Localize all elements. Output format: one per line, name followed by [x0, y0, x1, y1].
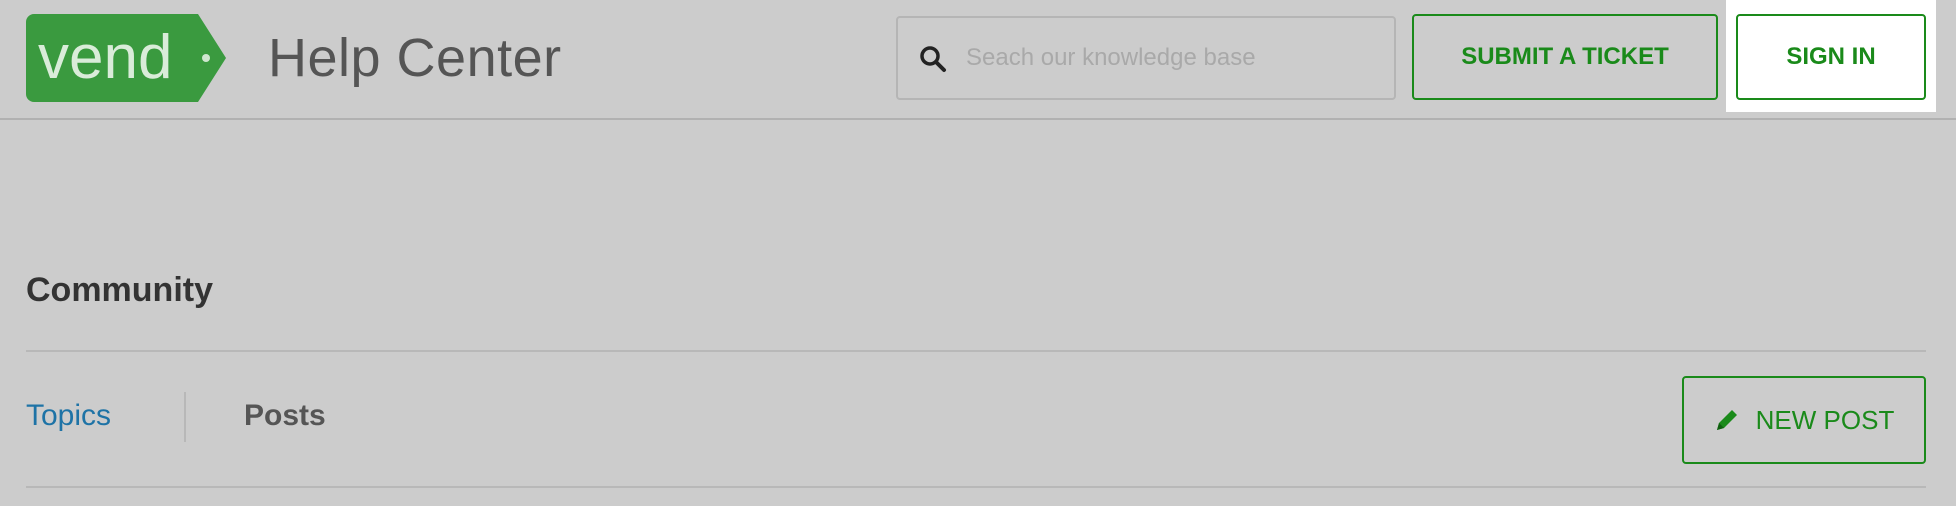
submit-ticket-button[interactable]: SUBMIT A TICKET — [1412, 14, 1718, 100]
divider — [26, 350, 1926, 352]
new-post-label: NEW POST — [1755, 404, 1895, 435]
pencil-icon — [1714, 407, 1740, 433]
sign-in-highlight: SIGN IN — [1726, 0, 1936, 112]
search-box[interactable] — [896, 16, 1396, 100]
tab-posts[interactable]: Posts — [244, 394, 326, 438]
search-icon — [918, 44, 950, 76]
tab-divider — [184, 392, 186, 442]
new-post-button[interactable]: NEW POST — [1682, 376, 1926, 464]
sign-in-button[interactable]: SIGN IN — [1736, 14, 1926, 100]
page-title: Community — [26, 271, 213, 309]
tab-topics[interactable]: Topics — [26, 394, 111, 438]
site-title: Help Center — [268, 28, 562, 88]
logo-wordmark: vend — [38, 23, 172, 92]
search-input[interactable] — [966, 36, 1376, 80]
divider — [26, 486, 1926, 488]
site-header: vend Help Center SUBMIT A TICKET SIGN IN — [0, 0, 1956, 120]
vend-logo[interactable]: vend — [26, 14, 226, 102]
